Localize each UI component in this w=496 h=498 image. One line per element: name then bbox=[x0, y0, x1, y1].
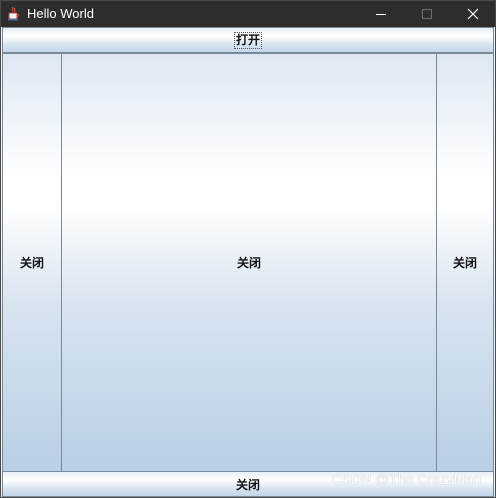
center-close-button[interactable]: 关闭 bbox=[61, 53, 437, 472]
window-title: Hello World bbox=[27, 6, 94, 21]
java-cup-icon bbox=[7, 6, 21, 21]
title-bar[interactable]: Hello World bbox=[1, 1, 495, 27]
center-button-label: 关闭 bbox=[236, 256, 261, 270]
east-button-label: 关闭 bbox=[452, 256, 477, 270]
west-close-button[interactable]: 关闭 bbox=[2, 53, 62, 472]
north-button-label: 打开 bbox=[233, 31, 262, 49]
west-button-label: 关闭 bbox=[19, 256, 44, 270]
east-close-button[interactable]: 关闭 bbox=[436, 53, 494, 472]
maximize-button[interactable] bbox=[404, 1, 450, 27]
minimize-button[interactable] bbox=[358, 1, 404, 27]
south-button-label: 关闭 bbox=[235, 477, 260, 492]
close-icon bbox=[467, 8, 479, 20]
close-button[interactable] bbox=[450, 1, 495, 27]
maximize-icon bbox=[422, 9, 432, 19]
app-window: Hello World 打开 关闭 关闭 关闭 关闭 CSDN @The Cra… bbox=[0, 0, 496, 498]
minimize-icon bbox=[376, 14, 386, 15]
north-open-button[interactable]: 打开 bbox=[2, 27, 494, 53]
watermark-text: CSDN @The CrazyMan bbox=[331, 471, 481, 487]
